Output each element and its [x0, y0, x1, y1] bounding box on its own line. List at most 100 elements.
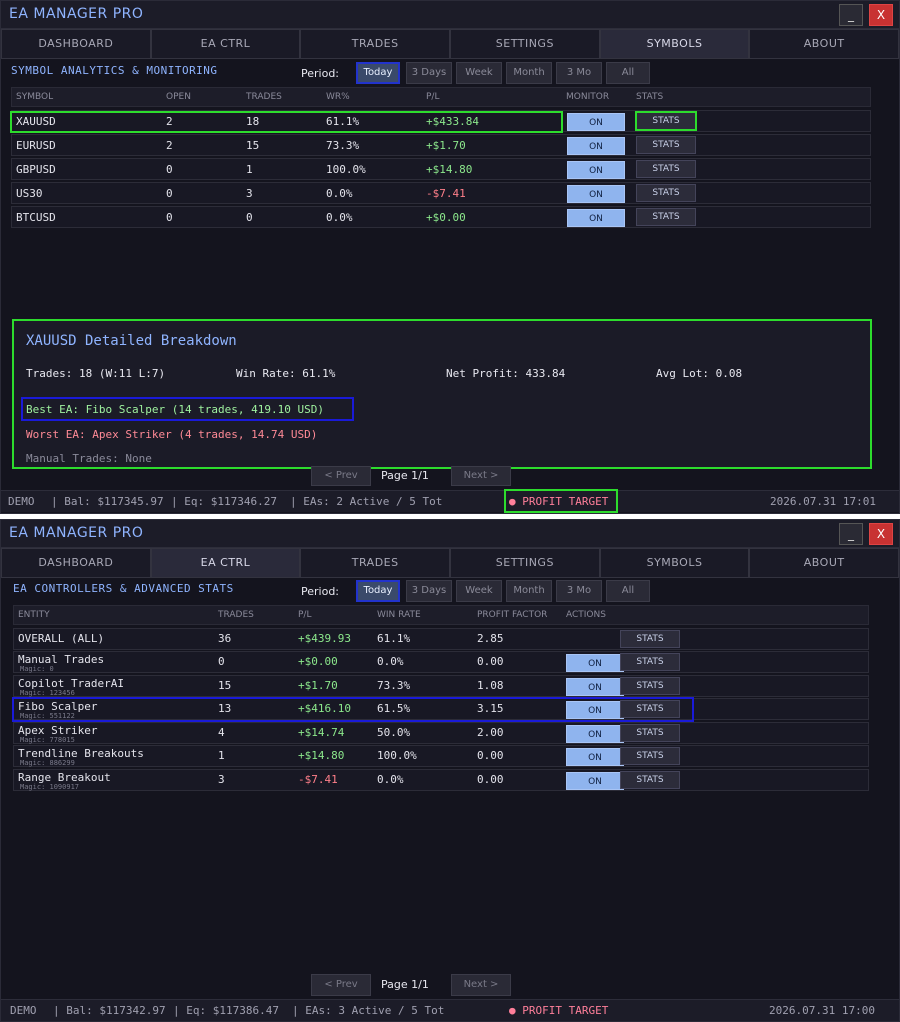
status-datetime: 2026.07.31 17:00 [769, 1004, 875, 1017]
tab-symbols[interactable]: SYMBOLS [599, 548, 750, 578]
profit-factor-cell: 0.00 [477, 749, 504, 762]
ea-toggle[interactable]: ON [566, 678, 624, 696]
status-eas: | EAs: 2 Active / 5 Tot [290, 495, 443, 508]
period-all-button[interactable]: All [606, 62, 650, 84]
stats-button[interactable]: STATS [635, 111, 697, 131]
close-button[interactable]: X [869, 523, 893, 545]
stats-button[interactable]: STATS [636, 184, 696, 202]
stats-button[interactable]: STATS [620, 653, 680, 671]
table-row[interactable]: BTCUSD 0 0 0.0% +$0.00 ON STATS [11, 206, 871, 228]
table-row[interactable]: Copilot TraderAI Magic: 123456 15 +$1.70… [13, 675, 869, 697]
table-row[interactable]: Manual Trades Magic: 0 0 +$0.00 0.0% 0.0… [13, 651, 869, 673]
win-rate-cell: 0.0% [377, 773, 404, 786]
magic-number: Magic: 886299 [20, 759, 75, 767]
stats-button[interactable]: STATS [636, 136, 696, 154]
stats-button[interactable]: STATS [636, 208, 696, 226]
monitor-toggle[interactable]: ON [567, 185, 625, 203]
pl-cell: +$0.00 [426, 211, 466, 224]
stats-button[interactable]: STATS [636, 160, 696, 178]
open-cell: 0 [166, 163, 173, 176]
status-bar: DEMO | Bal: $117342.97 | Eq: $117386.47 … [1, 999, 899, 1021]
tab-settings[interactable]: SETTINGS [450, 29, 600, 59]
monitor-toggle[interactable]: ON [567, 209, 625, 227]
table-row[interactable]: Trendline Breakouts Magic: 886299 1 +$14… [13, 745, 869, 767]
period-label: Period: [301, 585, 340, 598]
period-month-button[interactable]: Month [506, 580, 552, 602]
period-month-button[interactable]: Month [506, 62, 552, 84]
col-trades: TRADES [218, 610, 254, 620]
col-symbol: SYMBOL [16, 92, 54, 102]
stats-button[interactable]: STATS [620, 677, 680, 695]
tab-dashboard[interactable]: DASHBOARD [1, 548, 151, 578]
magic-number: Magic: 1090917 [20, 783, 80, 791]
minimize-button[interactable]: _ [839, 523, 863, 545]
prev-page-button[interactable]: < Prev [311, 974, 371, 996]
close-button[interactable]: X [869, 4, 893, 26]
next-page-button[interactable]: Next > [451, 466, 511, 486]
tab-symbols[interactable]: SYMBOLS [599, 29, 750, 59]
status-balance: | Bal: $117342.97 [53, 1004, 166, 1017]
table-row[interactable]: EURUSD 2 15 73.3% +$1.70 ON STATS [11, 134, 871, 156]
monitor-toggle[interactable]: ON [567, 113, 625, 131]
table-row[interactable]: Apex Striker Magic: 778015 4 +$14.74 50.… [13, 722, 869, 744]
table-header: SYMBOL OPEN TRADES WR% P/L MONITOR STATS [11, 87, 871, 107]
ea-toggle[interactable]: ON [566, 654, 624, 672]
wr-cell: 0.0% [326, 211, 353, 224]
monitor-toggle[interactable]: ON [567, 161, 625, 179]
stats-button[interactable]: STATS [620, 747, 680, 765]
period-week-button[interactable]: Week [456, 62, 502, 84]
profit-factor-cell: 0.00 [477, 773, 504, 786]
minimize-button[interactable]: _ [839, 4, 863, 26]
pagination: < Prev Page 1/1 Next > [311, 466, 511, 486]
symbols-window: EA MANAGER PRO _ X DASHBOARD EA CTRL TRA… [0, 0, 900, 514]
ea-toggle[interactable]: ON [566, 772, 624, 790]
period-3days-button[interactable]: 3 Days [406, 62, 452, 84]
tab-about[interactable]: ABOUT [749, 29, 899, 59]
profit-factor-cell: 1.08 [477, 679, 504, 692]
page-indicator: Page 1/1 [381, 469, 429, 482]
period-3mo-button[interactable]: 3 Mo [556, 580, 602, 602]
status-eas: | EAs: 3 Active / 5 Tot [292, 1004, 445, 1017]
period-today-button[interactable]: Today [356, 580, 400, 602]
pl-cell: -$7.41 [298, 773, 338, 786]
tab-ea-ctrl[interactable]: EA CTRL [150, 548, 301, 578]
tab-ea-ctrl[interactable]: EA CTRL [150, 29, 301, 59]
col-wr: WR% [326, 92, 350, 102]
period-week-button[interactable]: Week [456, 580, 502, 602]
trades-cell: 1 [246, 163, 253, 176]
col-monitor: MONITOR [566, 92, 610, 102]
status-bar: DEMO | Bal: $117345.97 | Eq: $117346.27 … [1, 490, 899, 512]
stats-button[interactable]: STATS [620, 724, 680, 742]
next-page-button[interactable]: Next > [451, 974, 511, 996]
selected-row-highlight [10, 111, 563, 133]
tab-settings[interactable]: SETTINGS [450, 548, 600, 578]
tab-bar: DASHBOARD EA CTRL TRADES SETTINGS SYMBOL… [1, 29, 899, 59]
tab-trades[interactable]: TRADES [300, 29, 451, 59]
prev-page-button[interactable]: < Prev [311, 466, 371, 486]
open-cell: 0 [166, 187, 173, 200]
period-3days-button[interactable]: 3 Days [406, 580, 452, 602]
tab-trades[interactable]: TRADES [300, 548, 451, 578]
tab-dashboard[interactable]: DASHBOARD [1, 29, 151, 59]
status-alert: ● PROFIT TARGET [509, 1004, 609, 1017]
table-row[interactable]: US30 0 3 0.0% -$7.41 ON STATS [11, 182, 871, 204]
win-rate-cell: 61.1% [377, 632, 411, 645]
period-label: Period: [301, 67, 340, 80]
table-row-overall[interactable]: OVERALL (ALL) 36 +$439.93 61.1% 2.85 STA… [13, 628, 869, 650]
monitor-toggle[interactable]: ON [567, 137, 625, 155]
table-row[interactable]: GBPUSD 0 1 100.0% +$14.80 ON STATS [11, 158, 871, 180]
app-title: EA MANAGER PRO [9, 525, 144, 541]
period-selector: Today 3 Days Week Month 3 Mo All [356, 580, 656, 602]
ea-toggle[interactable]: ON [566, 748, 624, 766]
ea-toggle[interactable]: ON [566, 725, 624, 743]
stats-button[interactable]: STATS [620, 771, 680, 789]
period-today-button[interactable]: Today [356, 62, 400, 84]
tab-about[interactable]: ABOUT [749, 548, 899, 578]
trades-cell: 4 [218, 726, 225, 739]
win-rate-cell: 50.0% [377, 726, 411, 739]
period-3mo-button[interactable]: 3 Mo [556, 62, 602, 84]
stats-button[interactable]: STATS [620, 630, 680, 648]
table-row[interactable]: Range Breakout Magic: 1090917 3 -$7.41 0… [13, 769, 869, 791]
period-all-button[interactable]: All [606, 580, 650, 602]
breakdown-title: XAUUSD Detailed Breakdown [26, 333, 237, 349]
